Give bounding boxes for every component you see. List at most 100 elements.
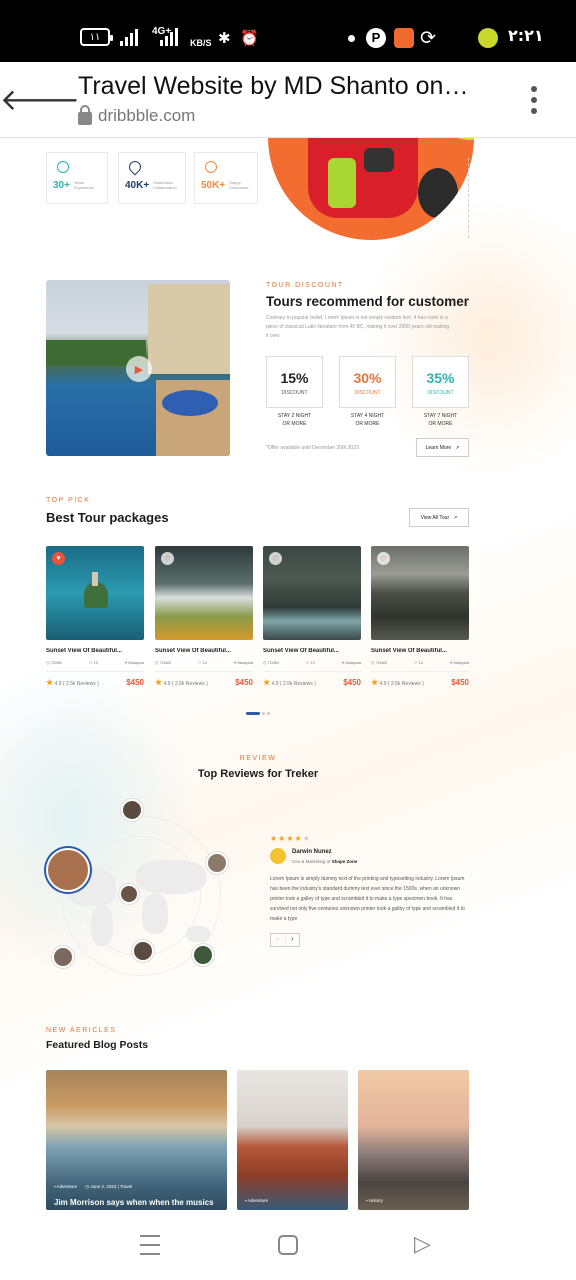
blog-title: Featured Blog Posts [46, 1039, 149, 1051]
reviewer-avatar[interactable] [119, 884, 139, 904]
stat-card-years: 30+ Years Experience [46, 152, 108, 204]
blog-post-card[interactable]: ▪ Adventure ◷ June 2, 2023 | Travel Jim M… [46, 1070, 227, 1210]
discount-value: 15% [280, 370, 309, 386]
discount-label: DISCOUNT [281, 390, 308, 396]
location: ⌖ Malaysia [124, 660, 144, 665]
reviewer-avatar[interactable] [192, 944, 214, 966]
learn-more-button[interactable]: Learn More ↗ [416, 438, 469, 457]
people: ⚇ 12 [413, 660, 423, 665]
reviewer-avatar[interactable] [206, 852, 228, 874]
blog-post-title: Jim Morrison says when when the musics [54, 1198, 214, 1207]
arrow-up-right-icon: ↗ [455, 444, 460, 451]
favorite-icon[interactable]: ♡ [377, 552, 390, 565]
favorite-icon[interactable]: ♡ [269, 552, 282, 565]
stat-card-customers: 50K+ Happy Customers [194, 152, 258, 204]
battery-level: ١١ [89, 31, 101, 43]
discount-value: 30% [353, 370, 382, 386]
tour-image: ♡ [263, 546, 361, 640]
reviewer-avatar-main[interactable] [46, 848, 90, 892]
location: ⌖ Malaysia [341, 660, 361, 665]
carousel-dot-active[interactable] [246, 712, 260, 715]
blog-post-card[interactable]: ▪ Adventure [237, 1070, 348, 1210]
notification-dot-icon [348, 35, 355, 42]
tour-price: $450 [451, 678, 469, 687]
battery-icon: ١١ [80, 28, 113, 46]
star-icon: ★ [46, 678, 54, 687]
review-text: Lorem Ipsum is simply dummy text of the … [270, 876, 465, 922]
pinterest-icon: P [366, 28, 386, 48]
favorite-icon[interactable]: ♥ [52, 552, 65, 565]
people: ⚇ 12 [197, 660, 207, 665]
tour-title: Sunset View Of Beautiful... [263, 648, 339, 654]
next-arrow-icon[interactable]: › [284, 934, 300, 946]
blog-kicker: NEW AERICLES [46, 1027, 117, 1034]
whatsapp-icon [478, 28, 498, 48]
more-menu-icon[interactable] [524, 82, 544, 118]
discount-card-15: 15% DISCOUNT [266, 356, 323, 408]
duration: ◷ 7D/6N [263, 660, 279, 665]
discount-card-35: 35% DISCOUNT [412, 356, 469, 408]
favorite-icon[interactable]: ♡ [161, 552, 174, 565]
discount-value: 35% [426, 370, 455, 386]
tour-title: Sunset View Of Beautiful... [155, 648, 231, 654]
blog-post-card[interactable]: ▪ History [358, 1070, 469, 1210]
learn-more-label: Learn More [425, 444, 452, 451]
tour-card[interactable]: ♡ Sunset View Of Beautiful... ◷ 7D/6N ⚇ 1… [371, 546, 469, 687]
discount-description: Contrary to popular belief, Lorem Ipsum … [266, 315, 450, 339]
back-arrow-icon[interactable]: 🡐 [0, 80, 80, 120]
stat-card-destinations: 40K+ Destination Collaboration [118, 152, 186, 204]
prev-arrow-icon[interactable]: ‹ [271, 934, 285, 946]
people: ⚇ 12 [305, 660, 315, 665]
star-icon: ★ [155, 678, 163, 687]
carousel-dot[interactable] [262, 712, 265, 715]
rating: ★ 4.9 ( 2.5k Reviews ) [155, 678, 208, 687]
discount-title: Tours recommend for customer [266, 294, 470, 309]
stat-label: Years Experience [73, 180, 94, 190]
recents-menu-icon[interactable] [140, 1235, 160, 1255]
view-all-label: View All Tour [420, 514, 450, 521]
view-all-tour-button[interactable]: View All Tour ↗ [409, 508, 469, 527]
tour-price: $450 [235, 678, 253, 687]
clock: ٢:٢١ [508, 26, 544, 45]
arrow-up-right-icon: ↗ [453, 514, 458, 521]
discount-label: DISCOUNT [354, 390, 381, 396]
reviewer-avatar[interactable] [132, 940, 154, 962]
rating: ★ 4.9 ( 2.5k Reviews ) [46, 678, 99, 687]
play-icon[interactable]: ▶ [126, 356, 152, 382]
discount-condition: STAY 7 NIGHT OR MORE [423, 413, 458, 427]
tour-card[interactable]: ♡ Sunset View Of Beautiful... ◷ 7D/6N ⚇ 1… [155, 546, 253, 687]
carousel-dot[interactable] [267, 712, 270, 715]
location: ⌖ Malaysia [233, 660, 253, 665]
back-triangle-icon[interactable]: ▷ [414, 1232, 431, 1257]
lock-icon [78, 104, 92, 125]
home-icon[interactable] [278, 1235, 298, 1255]
stat-value: 50K+ [201, 179, 226, 191]
review-title: Top Reviews for Treker [197, 768, 319, 780]
star-icon: ★ [263, 678, 271, 687]
url-bar[interactable]: dribbble.com [78, 104, 196, 126]
discount-card-30: 30% DISCOUNT [339, 356, 396, 408]
duration: ◷ 7D/6N [155, 660, 171, 665]
star-icon: ★ [371, 678, 379, 687]
stat-value: 30+ [53, 179, 70, 191]
reviewer-avatar[interactable] [52, 946, 74, 968]
url-text: dribbble.com [98, 106, 196, 125]
rating-stars-icon: ★★★★★ [270, 834, 311, 843]
tour-card[interactable]: ♡ Sunset View Of Beautiful... ◷ 7D/6N ⚇ 1… [263, 546, 361, 687]
packages-kicker: TOP PICK [46, 497, 91, 504]
signal-icon [120, 28, 138, 46]
discount-label: DISCOUNT [427, 390, 454, 396]
reviewer-avatar[interactable] [121, 799, 143, 821]
stat-value: 40K+ [125, 179, 150, 191]
discount-condition: STAY 2 NIGHT OR MORE [277, 413, 312, 427]
stat-label: Destination Collaboration [153, 180, 177, 190]
page-title: Travel Website by MD Shanto on… [78, 72, 469, 100]
badge-icon [57, 161, 69, 173]
resort-video-thumbnail[interactable]: ▶ [46, 280, 230, 456]
review-author-avatar [270, 848, 286, 864]
duration: ◷ 7D/6N [46, 660, 62, 665]
discount-kicker: TOUR DISCOUNT [266, 282, 344, 289]
tour-card[interactable]: ♥ Sunset View Of Beautiful... ◷ 7D/6N ⚇ 1… [46, 546, 144, 687]
blog-post-meta: ▪ Adventure ◷ June 2, 2023 | Travel [54, 1184, 133, 1189]
tour-image: ♡ [155, 546, 253, 640]
